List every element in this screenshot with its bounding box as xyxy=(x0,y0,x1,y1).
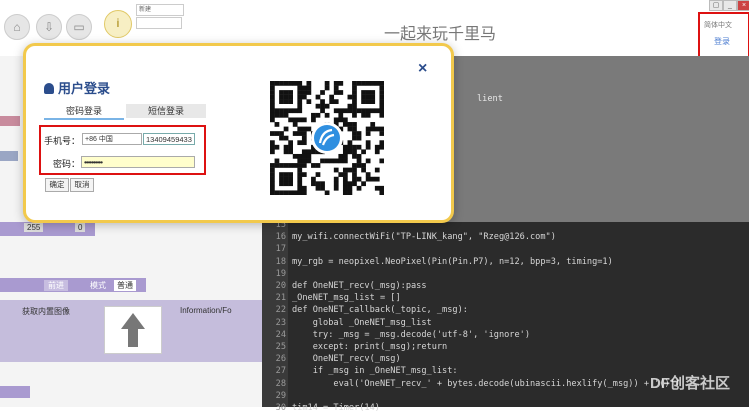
color-block[interactable]: 255 0 xyxy=(0,222,95,236)
phone-label: 手机号： xyxy=(44,136,81,146)
tab-password-label: 密码登录 xyxy=(65,106,102,116)
user-icon xyxy=(44,83,54,94)
mode-label: 模式 xyxy=(90,281,106,290)
download-icon[interactable]: ⇩ xyxy=(36,14,62,40)
value-0[interactable]: 0 xyxy=(75,223,86,232)
country-code-select[interactable]: +86 中国 xyxy=(82,133,142,145)
code-snippet: lient xyxy=(477,94,503,104)
home-icon[interactable]: ⌂ xyxy=(4,14,30,40)
login-link[interactable]: 登录 xyxy=(714,36,730,47)
restore-icon[interactable]: ▢ xyxy=(709,0,723,11)
language-login-box: 简体中文 登录 xyxy=(698,12,749,61)
tab-password-login[interactable]: 密码登录 xyxy=(44,104,124,120)
block-fragment[interactable] xyxy=(0,151,18,161)
close-window-icon[interactable]: × xyxy=(737,0,749,11)
folder-icon[interactable]: ▭ xyxy=(66,14,92,40)
cancel-button[interactable]: 取消 xyxy=(70,178,94,192)
mode-dropdown[interactable]: 普通 xyxy=(114,280,136,291)
code-line[interactable]: 30 tim14 = Timer(14) xyxy=(262,401,749,415)
app-title: 一起来玩千里马 xyxy=(383,26,496,43)
tab-sms-login[interactable]: 短信登录 xyxy=(126,104,206,118)
move-block[interactable]: 前进 模式 普通 xyxy=(0,278,146,292)
modal-title: 用户登录 xyxy=(44,78,110,97)
secondary-select[interactable] xyxy=(136,17,182,29)
window-controls: ▢ _ × xyxy=(689,0,749,11)
image-block[interactable]: 获取内置图像 Information/Fo xyxy=(0,300,262,362)
block-fragment[interactable] xyxy=(0,116,20,126)
close-button[interactable]: × xyxy=(418,60,427,78)
modal-title-text: 用户登录 xyxy=(58,81,111,96)
template-select[interactable]: 新建 xyxy=(136,4,184,16)
minimize-icon[interactable]: _ xyxy=(723,0,737,11)
language-select[interactable]: 简体中文 xyxy=(704,20,732,30)
arrow-image xyxy=(104,306,162,354)
login-form-highlight: 手机号： +86 中国 13409459433 密码： •••••••••• xyxy=(39,125,206,175)
confirm-button[interactable]: 确定 xyxy=(45,178,69,192)
login-modal: 用户登录 × 密码登录 短信登录 手机号： +86 中国 13409459433… xyxy=(23,43,454,223)
line-number: 30 xyxy=(275,403,286,413)
watermark: DF创客社区 xyxy=(650,375,730,392)
password-label: 密码： xyxy=(53,159,81,169)
block-fragment[interactable] xyxy=(0,386,30,398)
code-text: tim14 = Timer(14) xyxy=(292,403,380,413)
qr-code-image xyxy=(270,81,384,195)
get-image-label: 获取内置图像 xyxy=(22,307,70,316)
up-arrow-icon xyxy=(121,313,145,347)
forward-dropdown[interactable]: 前进 xyxy=(44,280,68,291)
password-input[interactable]: •••••••••• xyxy=(81,156,195,168)
tab-sms-label: 短信登录 xyxy=(147,106,184,116)
info-icon[interactable]: i xyxy=(104,10,132,38)
phone-input[interactable]: 13409459433 xyxy=(143,133,195,145)
info-for-label: Information/Fo xyxy=(180,306,232,315)
value-255[interactable]: 255 xyxy=(24,223,44,232)
